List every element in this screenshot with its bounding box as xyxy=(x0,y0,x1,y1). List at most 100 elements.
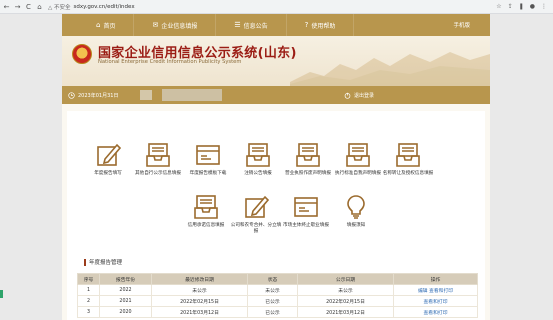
tile-label: 信用承诺信息填报 xyxy=(187,223,225,228)
tile-filing-notice[interactable]: 填报须知 xyxy=(331,193,381,235)
date-display: 2023年01月31日 xyxy=(68,91,119,99)
tile-label: 名称转让及授权信息填报 xyxy=(382,171,434,176)
cell-published: 未公示 xyxy=(297,284,394,296)
current-date: 2023年01月31日 xyxy=(78,92,119,99)
tile-template-download[interactable]: 年度报告模板下载 xyxy=(183,141,233,177)
function-row: 年度报告填写 其他自行公示信息填报 年度报告模板下载 注销公告填报 营业执照作废… xyxy=(83,141,433,177)
cell-year: 2020 xyxy=(99,306,152,318)
page: ⌂ 首页 ✉ 企业信息填报 ☰ 信息公告 ? 使用帮助 手机版 国家企业信用信息… xyxy=(62,14,490,320)
tile-label: 其他自行公示信息填报 xyxy=(135,171,181,176)
tile-license-void[interactable]: 营业执照作废声明填报 xyxy=(283,141,333,177)
main-panel: 年度报告填写 其他自行公示信息填报 年度报告模板下载 注销公告填报 营业执照作废… xyxy=(67,111,485,320)
cell-actions-edit-view-print[interactable]: 编辑 查看和打印 xyxy=(393,284,478,296)
section-title: 年度报告管理 xyxy=(84,258,122,266)
top-nav: ⌂ 首页 ✉ 企业信息填报 ☰ 信息公告 ? 使用帮助 手机版 xyxy=(62,14,490,36)
tray-icon xyxy=(143,141,173,169)
tray-icon xyxy=(343,141,373,169)
tile-termination-suspension[interactable]: 市场主体终止歇业填报 xyxy=(281,193,331,235)
view-print-link[interactable]: 查看和打印 xyxy=(393,295,478,307)
logout-button[interactable]: 退出登录 xyxy=(344,92,374,99)
browser-actions: ☆ ⇪ ❚ ● ⋮ xyxy=(496,3,547,10)
tray-icon xyxy=(191,193,221,221)
nav-label: 信息公告 xyxy=(243,22,268,30)
nav-home[interactable]: ⌂ 首页 xyxy=(62,14,135,36)
address-bar[interactable]: △ 不安全 sdxy.gov.cn/edit/index xyxy=(48,2,135,12)
nav-label: 使用帮助 xyxy=(311,22,336,30)
mobile-version-link[interactable]: 手机版 xyxy=(453,21,490,29)
tile-label: 公司和农专合并、分立填报 xyxy=(230,223,282,234)
tray-icon xyxy=(243,141,273,169)
tile-label: 注销公告填报 xyxy=(244,171,272,176)
function-row: 信用承诺信息填报 公司和农专合并、分立填报 市场主体终止歇业填报 填报须知 xyxy=(181,193,381,235)
cell-published: 2022年02月15日 xyxy=(297,295,394,307)
url-text[interactable]: sdxy.gov.cn/edit/index xyxy=(73,4,134,10)
side-indicator xyxy=(0,290,3,298)
lightbulb-icon xyxy=(341,193,371,221)
mail-icon: ✉ xyxy=(152,21,159,29)
tile-name-transfer[interactable]: 名称转让及授权信息填报 xyxy=(383,141,433,177)
tile-other-disclosure[interactable]: 其他自行公示信息填报 xyxy=(133,141,183,177)
cell-published: 2021年03月12日 xyxy=(297,306,394,318)
bookmark-icon[interactable]: ☆ xyxy=(496,3,501,10)
browser-toolbar: ← → C ⌂ △ 不安全 sdxy.gov.cn/edit/index ☆ ⇪… xyxy=(0,0,553,14)
sidepanel-icon[interactable]: ❚ xyxy=(519,3,524,10)
nav-announcements[interactable]: ☰ 信息公告 xyxy=(216,14,287,36)
column-header: 序号 xyxy=(77,273,100,285)
menu-icon[interactable]: ⋮ xyxy=(541,3,547,10)
cell-no: 2 xyxy=(77,295,100,307)
table-row: 1 2022 未公示 未公示 未公示 编辑 查看和打印 xyxy=(77,284,478,296)
tile-label: 营业执照作废声明填报 xyxy=(285,171,331,176)
cell-status: 已公示 xyxy=(247,306,298,318)
table-row: 3 2020 2021年03月12日 已公示 2021年03月12日 查看和打印 xyxy=(77,306,478,318)
share-icon[interactable]: ⇪ xyxy=(508,3,513,10)
site-subtitle: National Enterprise Credit Information P… xyxy=(98,59,242,65)
column-header: 报告年份 xyxy=(99,273,152,285)
home-icon: ⌂ xyxy=(96,21,101,29)
forward-icon[interactable]: → xyxy=(13,2,22,12)
power-icon xyxy=(344,92,351,99)
home-icon[interactable]: ⌂ xyxy=(35,2,44,12)
view-print-link[interactable]: 查看和打印 xyxy=(393,306,478,318)
cell-no: 3 xyxy=(77,306,100,318)
list-icon: ☰ xyxy=(234,21,241,29)
tile-credit-commitment[interactable]: 信用承诺信息填报 xyxy=(181,193,231,235)
tile-standard-declaration[interactable]: 执行标准自我声明填报 xyxy=(333,141,383,177)
back-icon[interactable]: ← xyxy=(2,2,11,12)
cell-status: 未公示 xyxy=(247,284,298,296)
clock-icon xyxy=(68,91,75,99)
cell-status: 已公示 xyxy=(247,295,298,307)
tile-annual-report-fill[interactable]: 年度报告填写 xyxy=(83,141,133,177)
cell-modified: 2022年02月15日 xyxy=(151,295,248,307)
edit-icon xyxy=(241,193,271,221)
column-header: 公示日期 xyxy=(297,273,394,285)
nav-label: 企业信息填报 xyxy=(161,22,198,30)
redacted-block xyxy=(140,90,153,100)
tile-label: 填报须知 xyxy=(346,223,366,228)
profile-icon[interactable]: ● xyxy=(530,3,535,10)
nav-enterprise-report[interactable]: ✉ 企业信息填报 xyxy=(134,14,217,36)
nav-label: 首页 xyxy=(103,22,116,30)
nav-help[interactable]: ? 使用帮助 xyxy=(287,14,355,36)
cell-year: 2022 xyxy=(99,284,152,296)
national-emblem-icon xyxy=(72,44,92,64)
column-header: 状态 xyxy=(247,273,298,285)
tile-cancellation-notice[interactable]: 注销公告填报 xyxy=(233,141,283,177)
column-header: 操作 xyxy=(393,273,478,285)
cell-no: 1 xyxy=(77,284,100,296)
user-info-bar: 2023年01月31日 退出登录 xyxy=(62,86,490,104)
redacted-block xyxy=(162,89,223,101)
cell-year: 2021 xyxy=(99,295,152,307)
annual-report-table: 序号 报告年份 最近修改日期 状态 公示日期 操作 1 2022 未公示 未公示 xyxy=(77,273,478,318)
tile-label: 市场主体终止歇业填报 xyxy=(283,223,329,228)
column-header: 最近修改日期 xyxy=(151,273,248,285)
edit-icon xyxy=(93,141,123,169)
security-indicator[interactable]: △ 不安全 xyxy=(48,3,70,11)
table-header-row: 序号 报告年份 最近修改日期 状态 公示日期 操作 xyxy=(77,273,478,285)
card-icon xyxy=(193,141,223,169)
logout-label: 退出登录 xyxy=(353,92,374,99)
tray-icon xyxy=(293,141,323,169)
tile-merger-split[interactable]: 公司和农专合并、分立填报 xyxy=(231,193,281,235)
site-banner: 国家企业信用信息公示系统(山东) National Enterprise Cre… xyxy=(62,36,490,86)
cell-modified: 2021年03月12日 xyxy=(151,306,248,318)
reload-icon[interactable]: C xyxy=(24,2,33,12)
